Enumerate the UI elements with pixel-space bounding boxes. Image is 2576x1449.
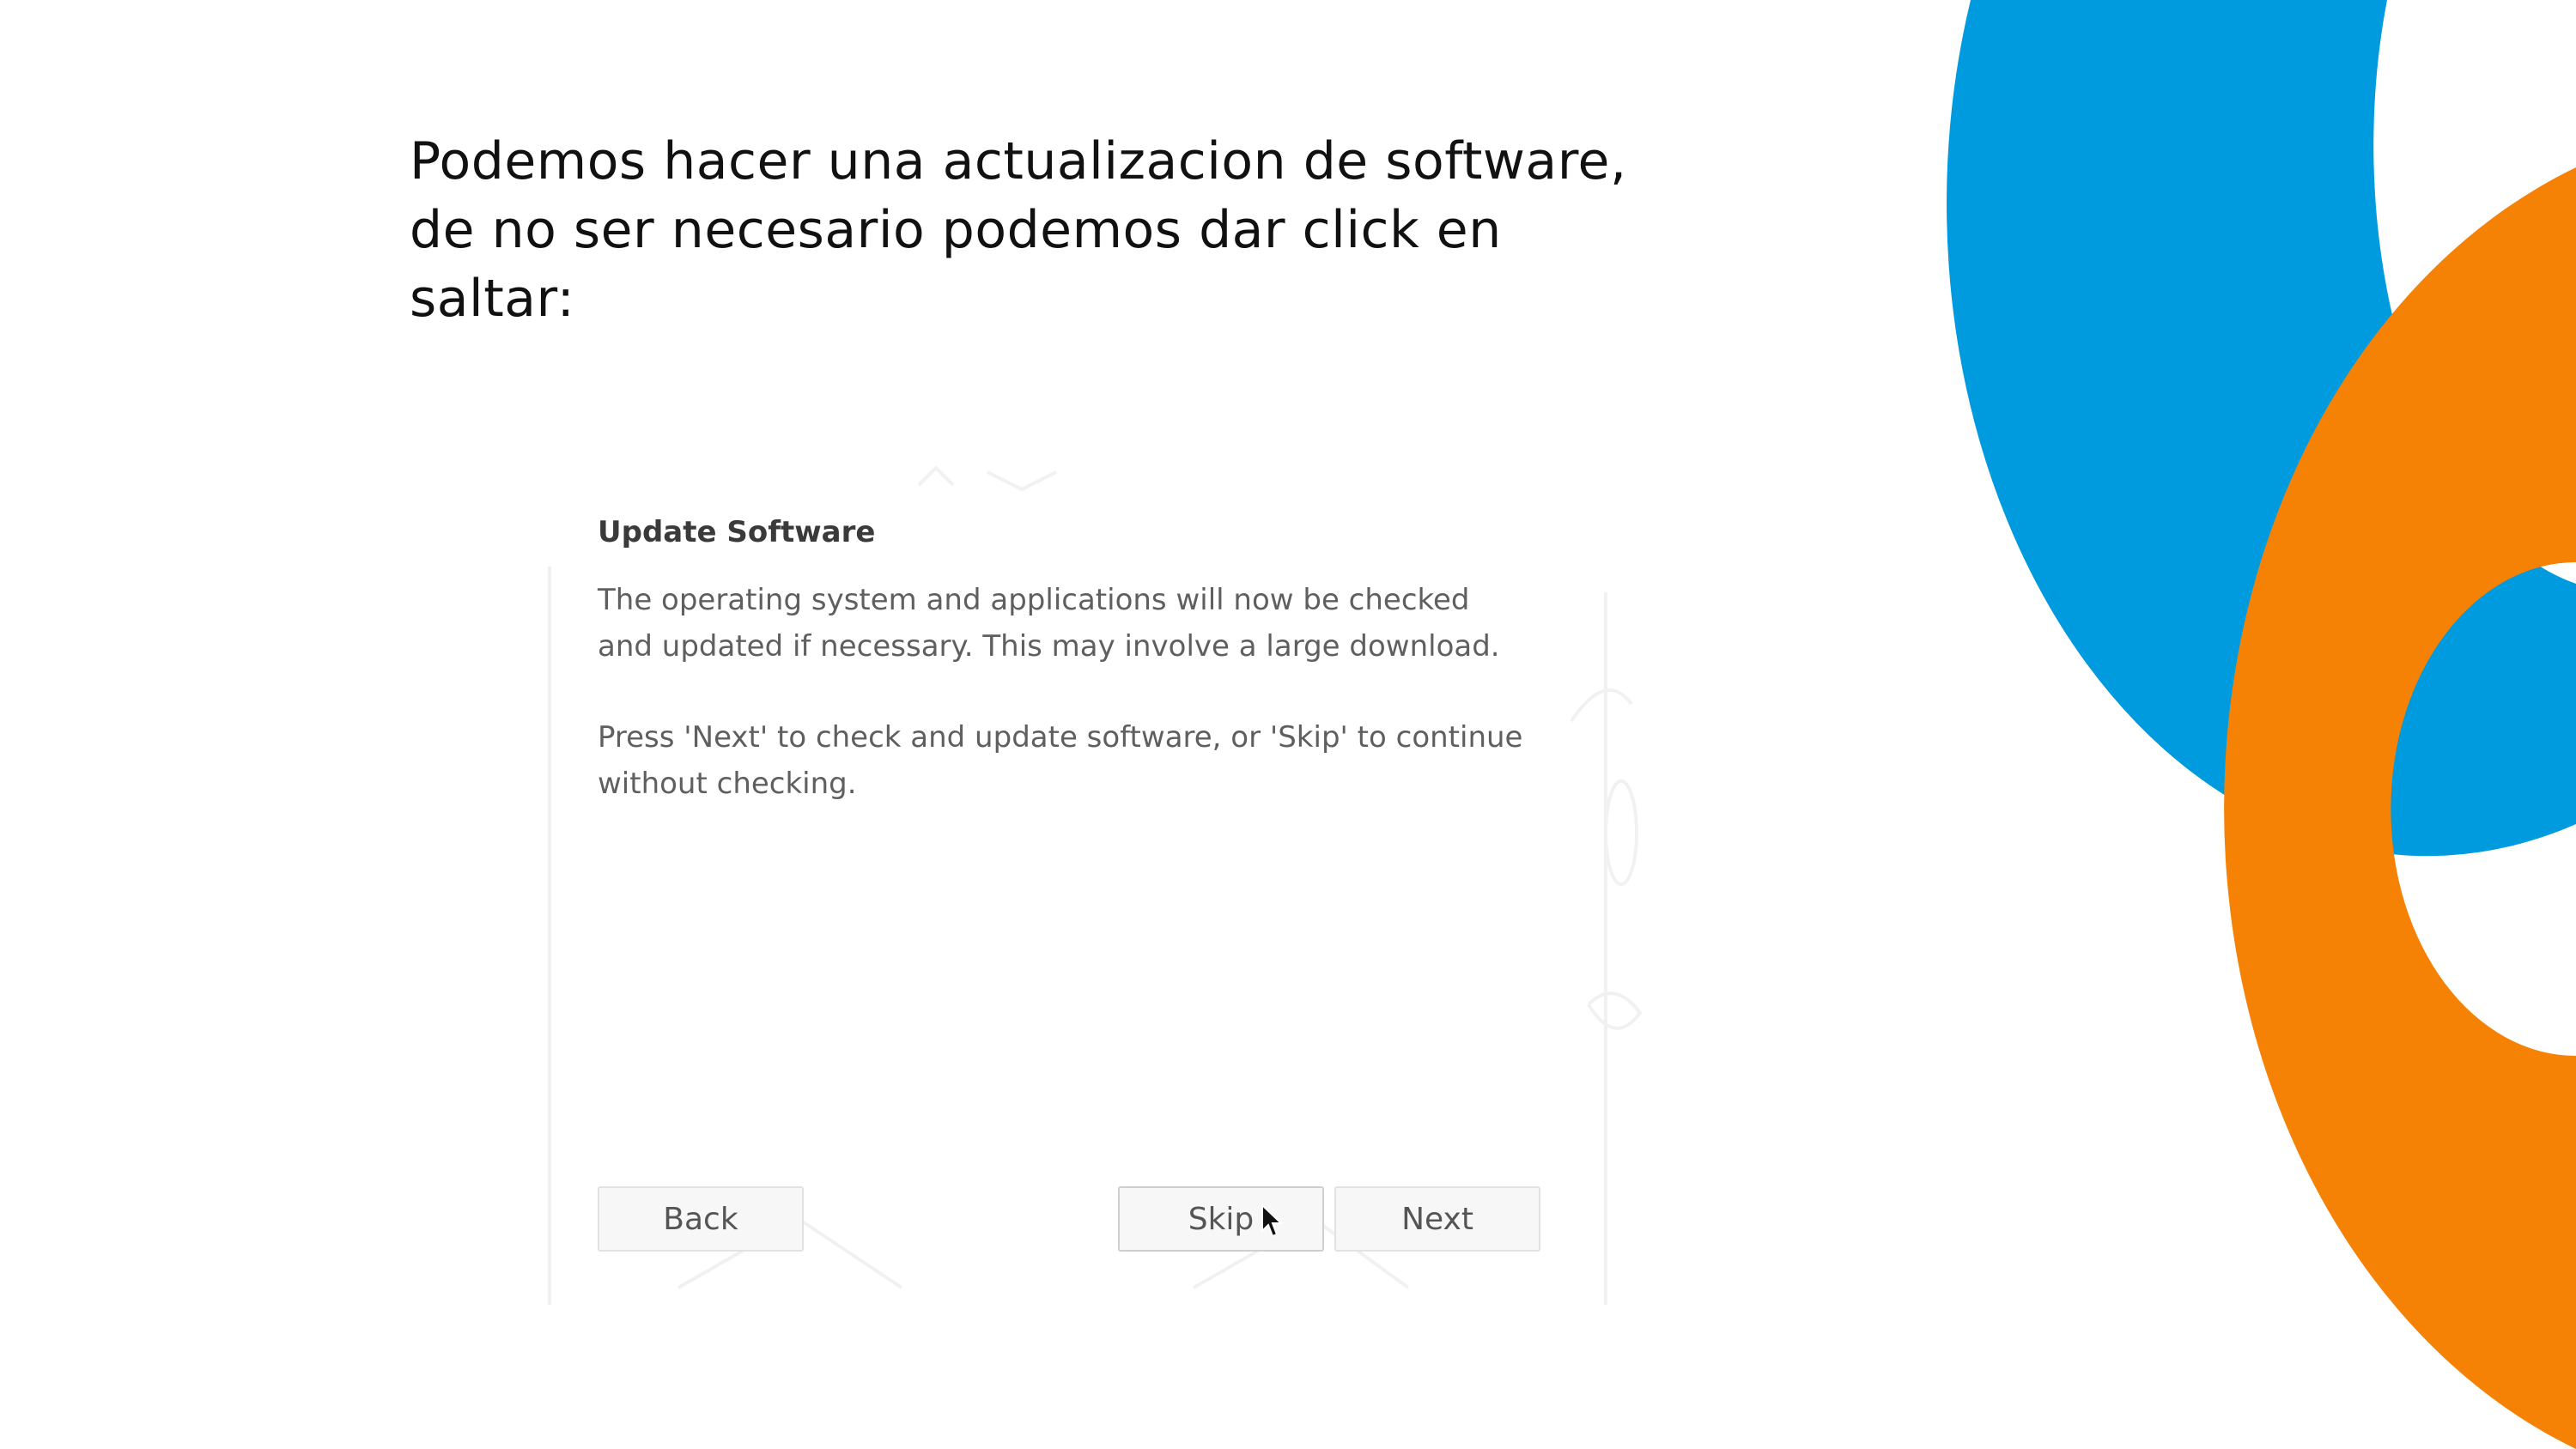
dialog-instructions-line-2: without checking. (598, 767, 857, 801)
skip-button[interactable]: Skip (1118, 1186, 1324, 1252)
dialog-description-line-1: The operating system and applications wi… (598, 583, 1470, 617)
dialog-instructions-line-1: Press 'Next' to check and update softwar… (598, 720, 1523, 755)
dialog-description-line-2: and updated if necessary. This may invol… (598, 629, 1500, 664)
back-button[interactable]: Back (598, 1186, 804, 1252)
slide-heading-line-2: de no ser necesario podemos dar click en (410, 200, 1502, 260)
slide-heading: Podemos hacer una actualizacion de softw… (410, 127, 1818, 333)
dialog-description: The operating system and applications wi… (598, 577, 1585, 670)
dialog-instructions: Press 'Next' to check and update softwar… (598, 714, 1585, 807)
mouse-pointer-icon (1261, 1203, 1284, 1238)
slide-heading-line-1: Podemos hacer una actualizacion de softw… (410, 131, 1627, 191)
next-button[interactable]: Next (1334, 1186, 1540, 1252)
blue-arc-decoration (1947, 0, 2576, 857)
orange-arc-decoration (2224, 167, 2576, 1449)
dialog-title: Update Software (598, 515, 876, 549)
slide-heading-line-3: saltar: (410, 269, 575, 329)
update-software-dialog: Update Software The operating system and… (541, 464, 1657, 1322)
